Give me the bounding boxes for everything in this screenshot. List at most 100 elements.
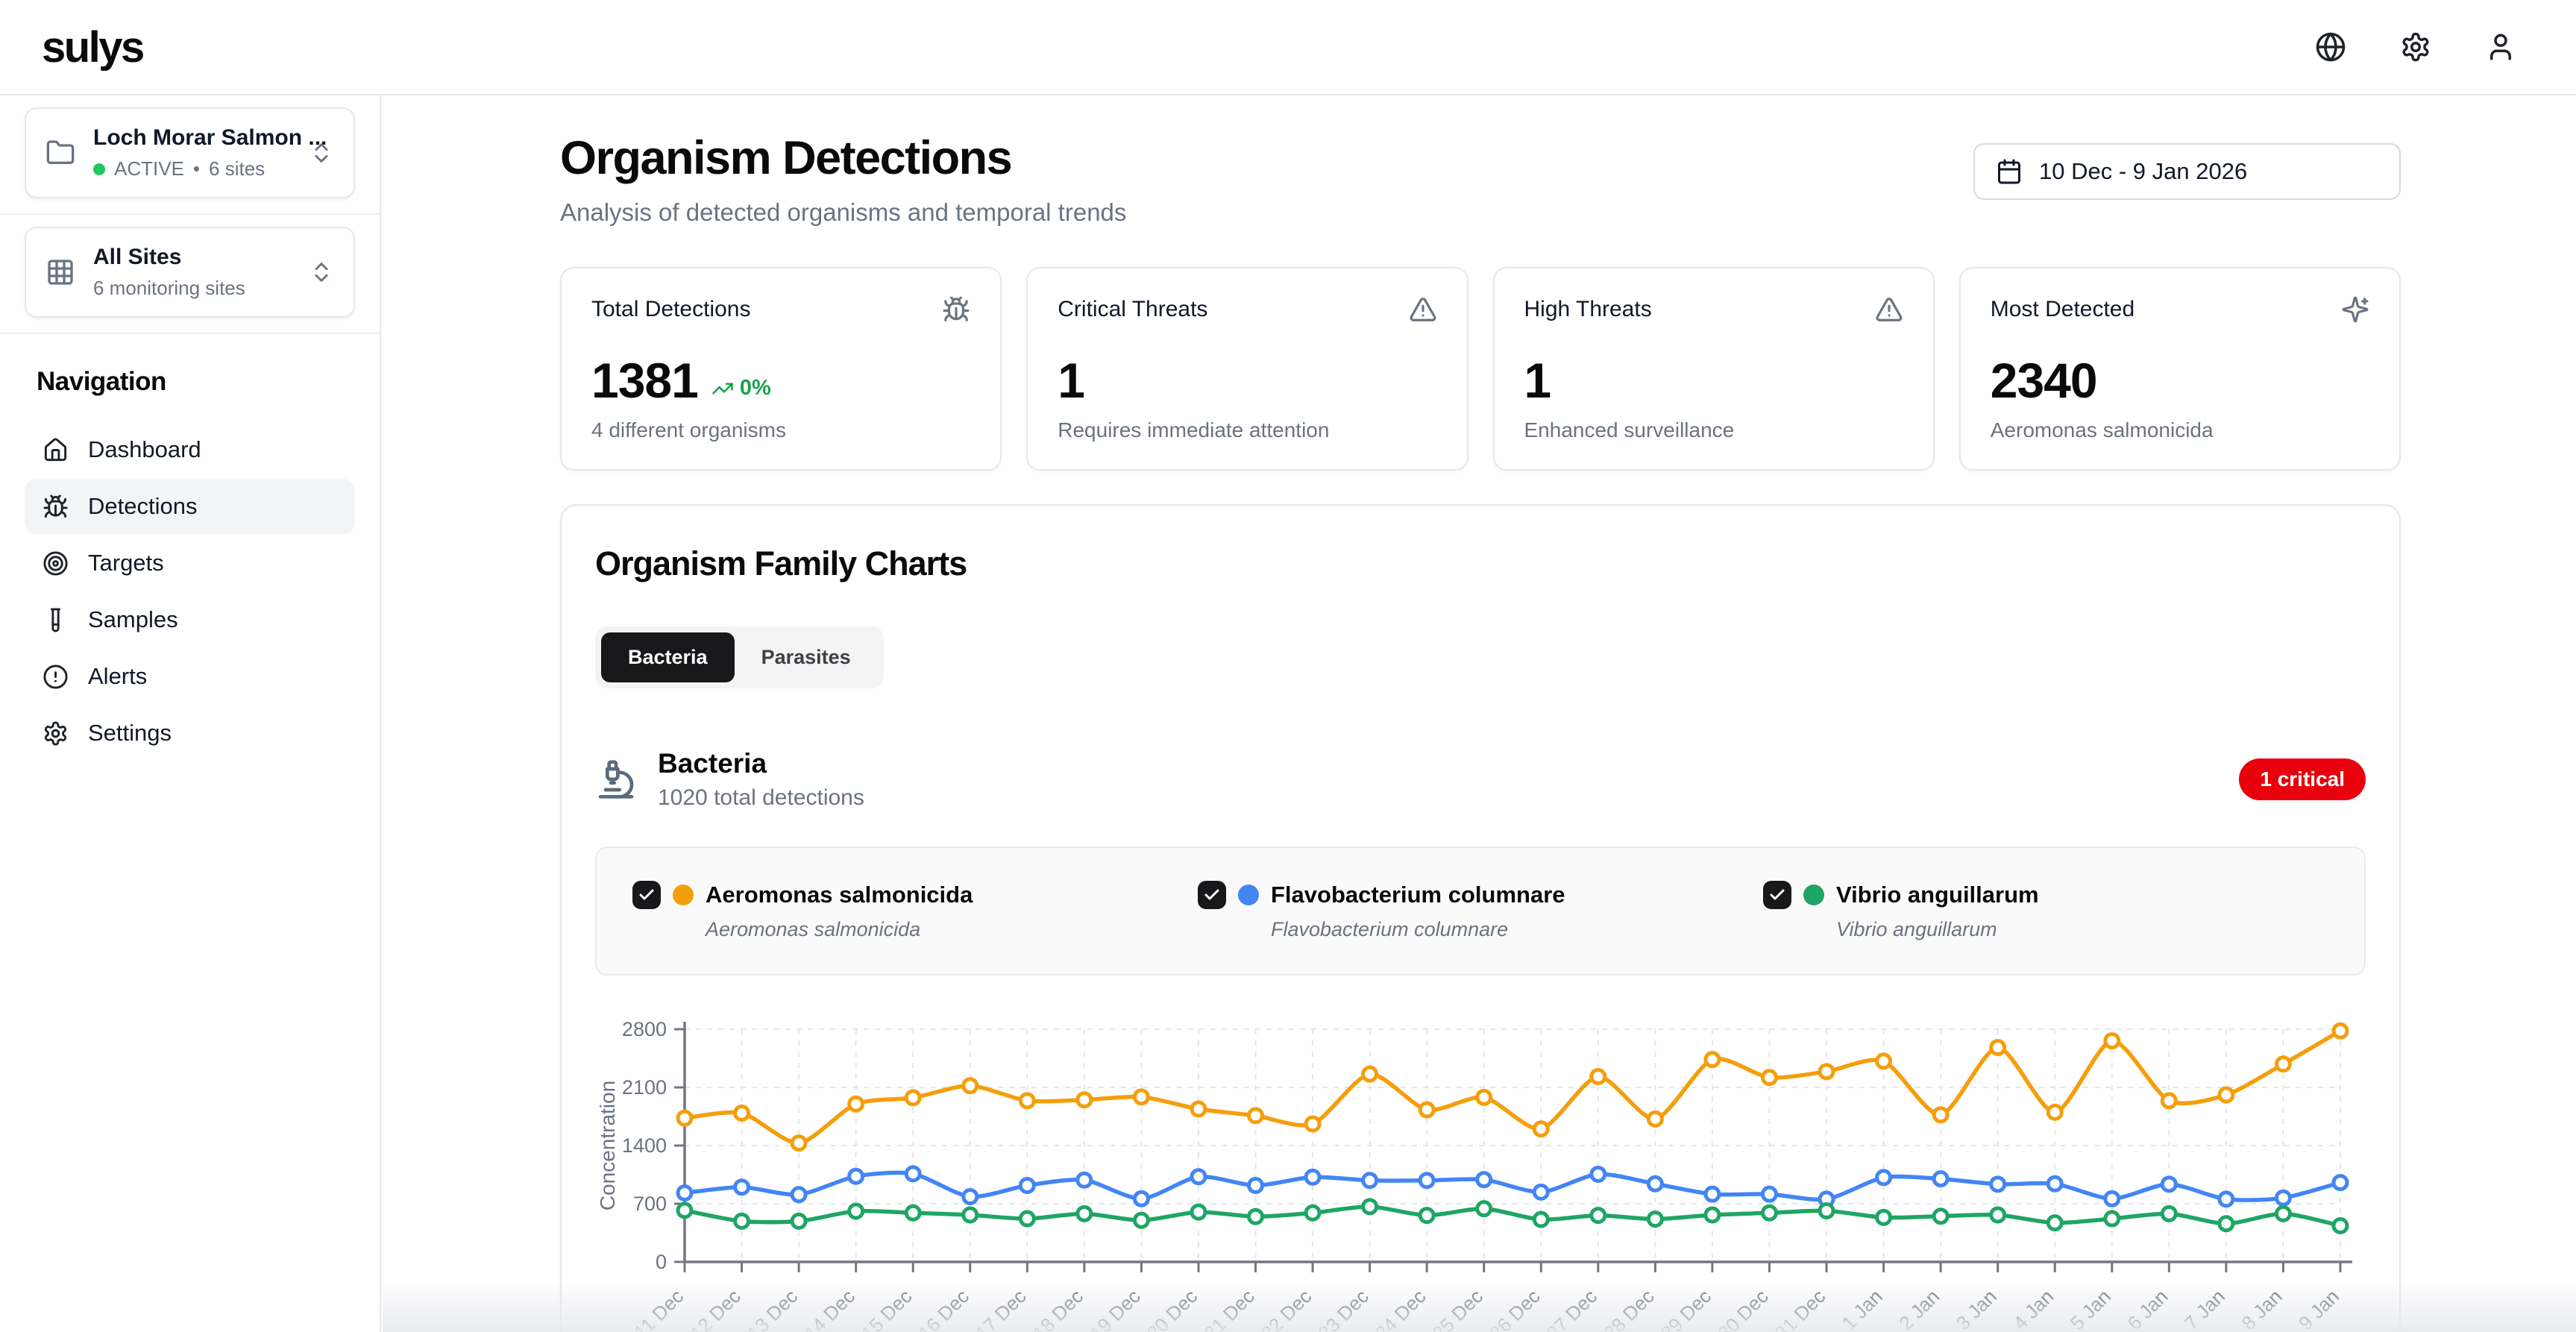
stat-value: 1381	[591, 356, 698, 405]
svg-text:0: 0	[656, 1251, 667, 1273]
nav-item-label: Samples	[88, 606, 178, 633]
series-checkbox[interactable]	[1198, 881, 1226, 909]
svg-text:24 Dec: 24 Dec	[1371, 1285, 1430, 1332]
series-color-dot	[1238, 885, 1259, 905]
page-header: Organism Detections Analysis of detected…	[560, 131, 2401, 227]
site-selector-text: All Sites 6 monitoring sites	[93, 245, 291, 300]
svg-text:5 Jan: 5 Jan	[2066, 1285, 2115, 1332]
microscope-icon	[595, 758, 637, 800]
family-name: Bacteria	[658, 748, 864, 779]
series-latin-name: Vibrio anguillarum	[1836, 918, 2328, 941]
legend-item-flavobacterium[interactable]: Flavobacterium columnare Flavobacterium …	[1198, 881, 1763, 941]
sidebar-item-detections[interactable]: Detections	[25, 479, 355, 534]
nav-section-label: Navigation	[37, 367, 355, 397]
svg-text:1 Jan: 1 Jan	[1838, 1285, 1887, 1332]
svg-text:23 Dec: 23 Dec	[1313, 1285, 1372, 1332]
trend-value: 0%	[740, 376, 771, 400]
stat-subtitle: 4 different organisms	[591, 418, 970, 442]
svg-text:30 Dec: 30 Dec	[1713, 1285, 1772, 1332]
stat-card-most-detected: Most Detected 2340 Aeromonas salmonicida	[1959, 267, 2401, 471]
tab-bacteria[interactable]: Bacteria	[601, 632, 735, 682]
globe-icon[interactable]	[2315, 31, 2346, 63]
stat-subtitle: Requires immediate attention	[1058, 418, 1436, 442]
project-status: ACTIVE • 6 sites	[93, 157, 291, 180]
user-icon[interactable]	[2485, 31, 2516, 63]
test-tube-icon	[43, 607, 69, 633]
trend-badge: 0%	[711, 376, 771, 405]
svg-text:2100: 2100	[622, 1076, 667, 1099]
bug-icon	[43, 494, 69, 520]
topbar: sulys	[0, 0, 2576, 95]
stat-value: 2340	[1991, 356, 2097, 405]
svg-text:3 Jan: 3 Jan	[1952, 1285, 2001, 1332]
alert-triangle-icon	[1409, 295, 1437, 324]
svg-text:20 Dec: 20 Dec	[1143, 1285, 1201, 1332]
project-selector-section: Loch Morar Salmon ... ACTIVE • 6 sites	[0, 95, 380, 215]
trending-up-icon	[711, 377, 734, 400]
svg-text:27 Dec: 27 Dec	[1542, 1285, 1601, 1332]
sidebar-item-samples[interactable]: Samples	[25, 592, 355, 647]
stat-title: Total Detections	[591, 297, 750, 322]
svg-text:22 Dec: 22 Dec	[1257, 1285, 1316, 1332]
target-icon	[43, 550, 69, 577]
legend-item-vibrio[interactable]: Vibrio anguillarum Vibrio anguillarum	[1763, 881, 2328, 941]
detections-line-chart: 070014002100280011 Dec12 Dec13 Dec14 Dec…	[595, 1008, 2366, 1332]
project-selector[interactable]: Loch Morar Salmon ... ACTIVE • 6 sites	[25, 107, 355, 198]
nav-item-label: Detections	[88, 493, 197, 520]
stat-subtitle: Aeromonas salmonicida	[1991, 418, 2369, 442]
sidebar-item-settings[interactable]: Settings	[25, 706, 355, 761]
stat-card-critical-threats: Critical Threats 1 Requires immediate at…	[1026, 267, 1468, 471]
sidebar-item-dashboard[interactable]: Dashboard	[25, 422, 355, 477]
svg-text:15 Dec: 15 Dec	[857, 1285, 916, 1332]
sparkles-icon	[2341, 295, 2369, 324]
svg-text:2800: 2800	[622, 1018, 667, 1040]
check-icon	[1203, 886, 1221, 904]
series-checkbox[interactable]	[632, 881, 661, 909]
grid-icon	[45, 257, 75, 287]
series-color-dot	[673, 885, 694, 905]
svg-text:21 Dec: 21 Dec	[1199, 1285, 1258, 1332]
svg-text:Concentration: Concentration	[596, 1081, 619, 1210]
topbar-actions	[2315, 31, 2516, 63]
nav-item-label: Targets	[88, 550, 164, 577]
family-total: 1020 total detections	[658, 785, 864, 811]
critical-badge: 1 critical	[2239, 758, 2366, 800]
date-range-value: 10 Dec - 9 Jan 2026	[2039, 158, 2247, 185]
svg-text:31 Dec: 31 Dec	[1771, 1285, 1829, 1332]
page-subtitle: Analysis of detected organisms and tempo…	[560, 198, 1126, 227]
svg-text:8 Jan: 8 Jan	[2237, 1285, 2286, 1332]
series-name: Flavobacterium columnare	[1271, 882, 1565, 908]
section-title: Organism Family Charts	[595, 544, 2366, 583]
gear-icon[interactable]	[2400, 31, 2431, 63]
stat-title: Critical Threats	[1058, 297, 1207, 322]
svg-text:19 Dec: 19 Dec	[1085, 1285, 1144, 1332]
sidebar-item-targets[interactable]: Targets	[25, 535, 355, 591]
alert-triangle-icon	[1875, 295, 1903, 324]
folder-icon	[45, 138, 75, 168]
series-checkbox[interactable]	[1763, 881, 1791, 909]
svg-text:1400: 1400	[622, 1134, 667, 1157]
site-subtitle: 6 monitoring sites	[93, 277, 291, 300]
svg-text:17 Dec: 17 Dec	[971, 1285, 1030, 1332]
sidebar-item-alerts[interactable]: Alerts	[25, 649, 355, 704]
svg-text:25 Dec: 25 Dec	[1427, 1285, 1486, 1332]
family-tabs: Bacteria Parasites	[595, 626, 884, 688]
nav-item-label: Settings	[88, 720, 172, 747]
calendar-icon	[1996, 158, 2023, 185]
site-selector[interactable]: All Sites 6 monitoring sites	[25, 227, 355, 318]
svg-text:26 Dec: 26 Dec	[1485, 1285, 1544, 1332]
legend-item-aeromonas[interactable]: Aeromonas salmonicida Aeromonas salmonic…	[632, 881, 1198, 941]
series-name: Aeromonas salmonicida	[706, 882, 973, 908]
series-name: Vibrio anguillarum	[1836, 882, 2039, 908]
series-legend: Aeromonas salmonicida Aeromonas salmonic…	[595, 846, 2366, 976]
tab-parasites[interactable]: Parasites	[735, 632, 878, 682]
date-range-picker[interactable]: 10 Dec - 9 Jan 2026	[1973, 143, 2401, 200]
page-header-text: Organism Detections Analysis of detected…	[560, 131, 1126, 227]
project-status-label: ACTIVE	[114, 157, 184, 180]
stat-card-high-threats: High Threats 1 Enhanced surveillance	[1493, 267, 1935, 471]
project-selector-text: Loch Morar Salmon ... ACTIVE • 6 sites	[93, 125, 291, 180]
stat-subtitle: Enhanced surveillance	[1524, 418, 1903, 442]
separator-dot: •	[193, 157, 200, 180]
site-selector-section: All Sites 6 monitoring sites	[0, 215, 380, 334]
organism-family-charts-card: Organism Family Charts Bacteria Parasite…	[560, 504, 2401, 1332]
